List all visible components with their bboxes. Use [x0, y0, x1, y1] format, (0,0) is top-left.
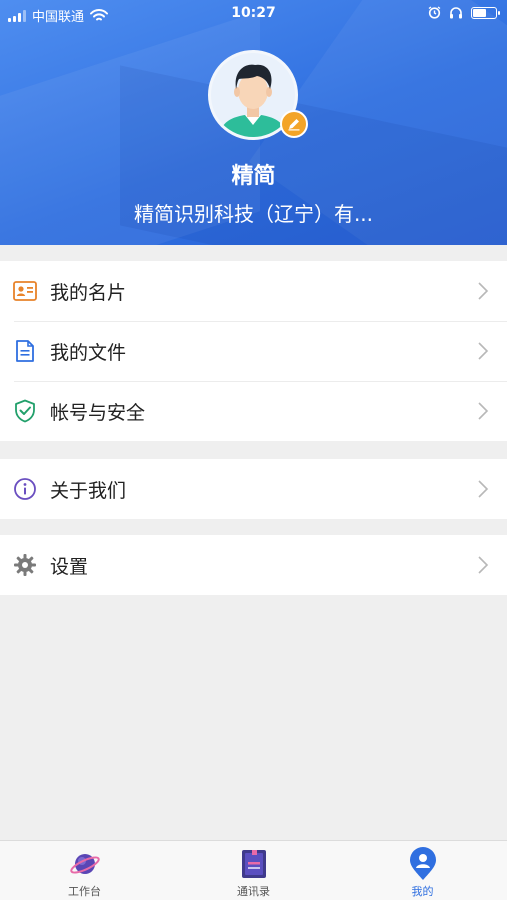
tab-label: 通讯录 [237, 885, 270, 898]
menu-item-my-files[interactable]: 我的文件 [0, 321, 507, 381]
profile-header: 中国联通 10:27 精简 精简识别科技（辽宁）有... [0, 0, 507, 245]
battery-icon [471, 6, 500, 19]
tab-label: 我的 [411, 885, 434, 898]
status-bar: 中国联通 10:27 [0, 0, 507, 28]
tab-mine[interactable]: 我的 [338, 841, 507, 900]
planet-icon [68, 847, 102, 881]
menu-group-account: 我的名片 我的文件 帐号与安全 [0, 261, 507, 441]
menu-group-settings: 设置 [0, 535, 507, 595]
menu-item-label: 帐号与安全 [50, 401, 146, 424]
chevron-right-icon [478, 556, 489, 574]
chevron-right-icon [478, 342, 489, 360]
menu-item-account-security[interactable]: 帐号与安全 [0, 381, 507, 441]
alarm-icon [428, 6, 441, 19]
menu-item-label: 关于我们 [50, 479, 127, 502]
user-pin-icon [406, 847, 440, 881]
menu-group-about: 关于我们 [0, 459, 507, 519]
profile-name: 精简 [231, 164, 276, 189]
business-card-icon [12, 278, 38, 304]
chevron-right-icon [478, 282, 489, 300]
menu-item-label: 设置 [50, 555, 89, 578]
tab-contacts[interactable]: 通讯录 [169, 841, 338, 900]
headphones-icon [450, 7, 462, 19]
gear-icon [12, 552, 38, 578]
chevron-right-icon [478, 402, 489, 420]
shield-icon [12, 398, 38, 424]
tab-workbench[interactable]: 工作台 [0, 841, 169, 900]
contacts-book-icon [237, 847, 271, 881]
menu-item-about-us[interactable]: 关于我们 [0, 459, 507, 519]
info-icon [12, 476, 38, 502]
profile-company: 精简识别科技（辽宁）有... [133, 202, 374, 226]
menu-item-label: 我的文件 [50, 341, 127, 364]
menu-item-settings[interactable]: 设置 [0, 535, 507, 595]
bottom-tab-bar: 工作台 通讯录 我的 [0, 840, 507, 900]
menu-item-business-card[interactable]: 我的名片 [0, 261, 507, 321]
tab-label: 工作台 [68, 885, 101, 898]
pencil-icon [288, 119, 300, 131]
edit-avatar-button[interactable] [280, 110, 308, 138]
document-icon [12, 338, 38, 364]
menu-item-label: 我的名片 [50, 281, 127, 304]
chevron-right-icon [478, 480, 489, 498]
